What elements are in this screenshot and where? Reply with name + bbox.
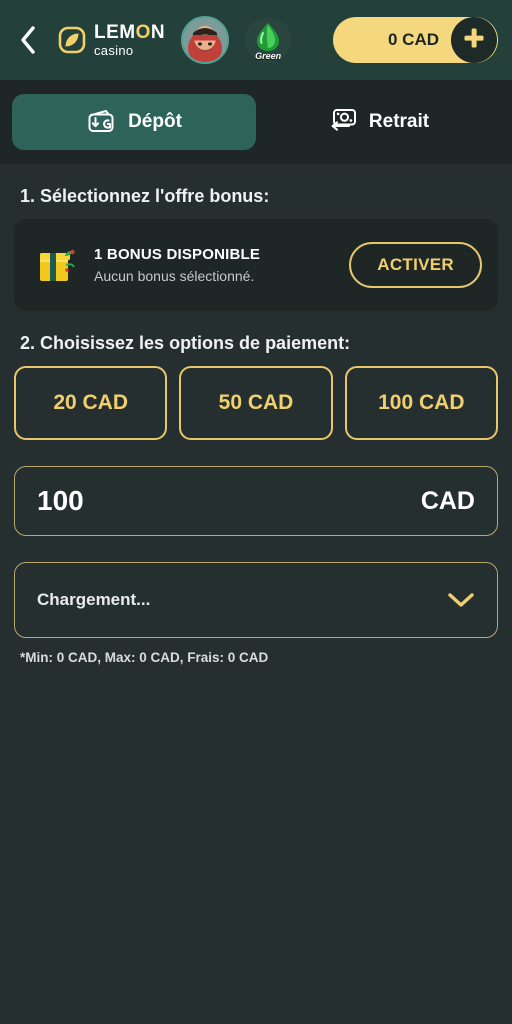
- gift-box-icon: [32, 241, 80, 289]
- amount-preset-50[interactable]: 50 CAD: [179, 366, 333, 440]
- balance-amount: 0 CAD: [387, 30, 439, 49]
- green-gem-icon: [254, 23, 282, 53]
- tab-depot[interactable]: Dépôt: [12, 94, 256, 150]
- limits-note: *Min: 0 CAD, Max: 0 CAD, Frais: 0 CAD: [20, 650, 269, 665]
- wallet-down-arrow-icon: [86, 105, 116, 140]
- back-button[interactable]: [10, 20, 46, 60]
- deposit-content: 1. Sélectionnez l'offre bonus: 1 BONUS D…: [0, 164, 512, 1024]
- amount-preset-100[interactable]: 100 CAD: [344, 366, 498, 440]
- gem-label: Green: [255, 51, 282, 61]
- brand-name: LEMON: [94, 23, 165, 42]
- brand-logo-text: LEMON casino: [94, 23, 165, 57]
- tab-bar-container: Dépôt Retrait: [0, 80, 512, 164]
- tab-retrait-label: Retrait: [368, 111, 430, 132]
- bonus-title: 1 BONUS DISPONIBLE: [94, 246, 261, 263]
- payment-method-select[interactable]: Chargement...: [14, 562, 498, 638]
- brand-name-part1: LEM: [94, 22, 136, 43]
- balance-button[interactable]: 0 CAD: [333, 17, 498, 63]
- amount-input-currency: CAD: [420, 486, 475, 515]
- plus-icon: [461, 25, 487, 56]
- avatar[interactable]: [181, 16, 230, 64]
- amount-preset-20[interactable]: 20 CAD: [14, 366, 168, 440]
- amount-preset-row: 20 CAD 50 CAD 100 CAD: [14, 366, 498, 440]
- brand-name-o: O: [135, 22, 151, 43]
- lemon-leaf-icon: [58, 26, 86, 54]
- app-header: LEMON casino Green 0 CAD: [0, 0, 512, 80]
- tab-retrait[interactable]: Retrait: [256, 94, 500, 150]
- gem-badge[interactable]: Green: [245, 17, 292, 63]
- deposit-screen: LEMON casino Green 0 CAD Dépôt Retrait 1…: [0, 0, 512, 1024]
- activate-bonus-button[interactable]: ACTIVER: [349, 242, 482, 288]
- step1-title: 1. Sélectionnez l'offre bonus:: [20, 186, 270, 206]
- add-funds-button[interactable]: [451, 17, 497, 63]
- amount-input-value: 100: [37, 485, 84, 516]
- brand-name-part2: N: [150, 22, 166, 43]
- chevron-left-icon: [18, 25, 38, 55]
- tab-bar: Dépôt Retrait: [12, 94, 500, 150]
- tab-depot-label: Dépôt: [128, 111, 182, 132]
- bonus-text-block: 1 BONUS DISPONIBLE Aucun bonus sélection…: [94, 246, 335, 284]
- step2-title: 2. Choisissez les options de paiement:: [20, 333, 351, 353]
- bonus-subtitle: Aucun bonus sélectionné.: [94, 268, 255, 284]
- amount-input[interactable]: 100 CAD: [14, 466, 498, 536]
- payment-method-value: Chargement...: [37, 590, 151, 609]
- bonus-card[interactable]: 1 BONUS DISPONIBLE Aucun bonus sélection…: [14, 219, 498, 311]
- chevron-down-icon: [447, 591, 475, 609]
- banknote-left-arrow-icon: [327, 105, 357, 140]
- brand-subtitle: casino: [94, 43, 134, 58]
- brand-logo[interactable]: LEMON casino: [58, 23, 165, 57]
